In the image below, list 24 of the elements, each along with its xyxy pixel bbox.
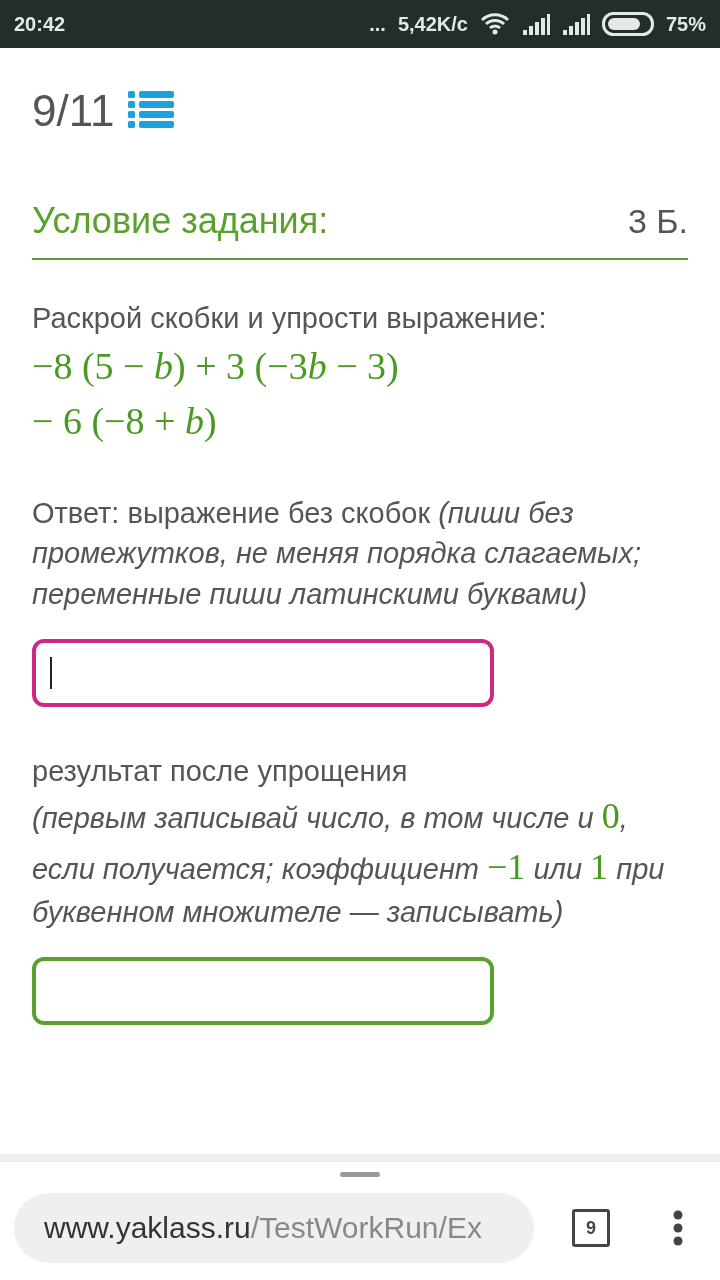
notification-dots: ...	[369, 12, 386, 36]
answer-instruction: Ответ: выражение без скобок (пиши без промежутков, не меняя порядка слагаемых; переменные пиши латинскими буквами)	[32, 495, 642, 612]
points: 3 Б.	[627, 201, 688, 241]
sheet-handle[interactable]	[340, 1172, 380, 1177]
wifi-icon	[479, 12, 510, 36]
menu-icon[interactable]	[672, 1209, 684, 1247]
answer-hint: (первым записывай число, в том числе и 0, если получается; коэффициент −1 или 1 при буквенном множителе — записывать)	[32, 795, 666, 930]
signal-icon	[521, 13, 550, 35]
section-title: Условие задания:	[32, 200, 329, 242]
address-bar[interactable]: www.yaklass.ru/TestWorkRun/Ex	[14, 1193, 534, 1263]
network-speed: 5,42K/с	[397, 12, 468, 36]
answer-label: результат после упрощения	[32, 753, 409, 789]
task-prompt: Раскрой скобки и упрости выражение:	[32, 301, 548, 336]
answer-field[interactable]	[32, 956, 494, 1025]
battery-icon	[601, 12, 654, 36]
math-expression: − 6 (−8 + b)	[32, 398, 218, 444]
tab-count-button[interactable]: 9	[572, 1209, 610, 1247]
list-icon[interactable]	[128, 91, 175, 131]
signal-icon	[561, 13, 590, 35]
battery-percent: 75%	[665, 12, 706, 36]
math-expression: −8 (5 − b) + 3 (−3b − 3)	[32, 343, 400, 389]
clock: 20:42	[14, 12, 66, 36]
question-counter: 9/11	[32, 86, 115, 136]
answer-field[interactable]	[32, 638, 494, 707]
